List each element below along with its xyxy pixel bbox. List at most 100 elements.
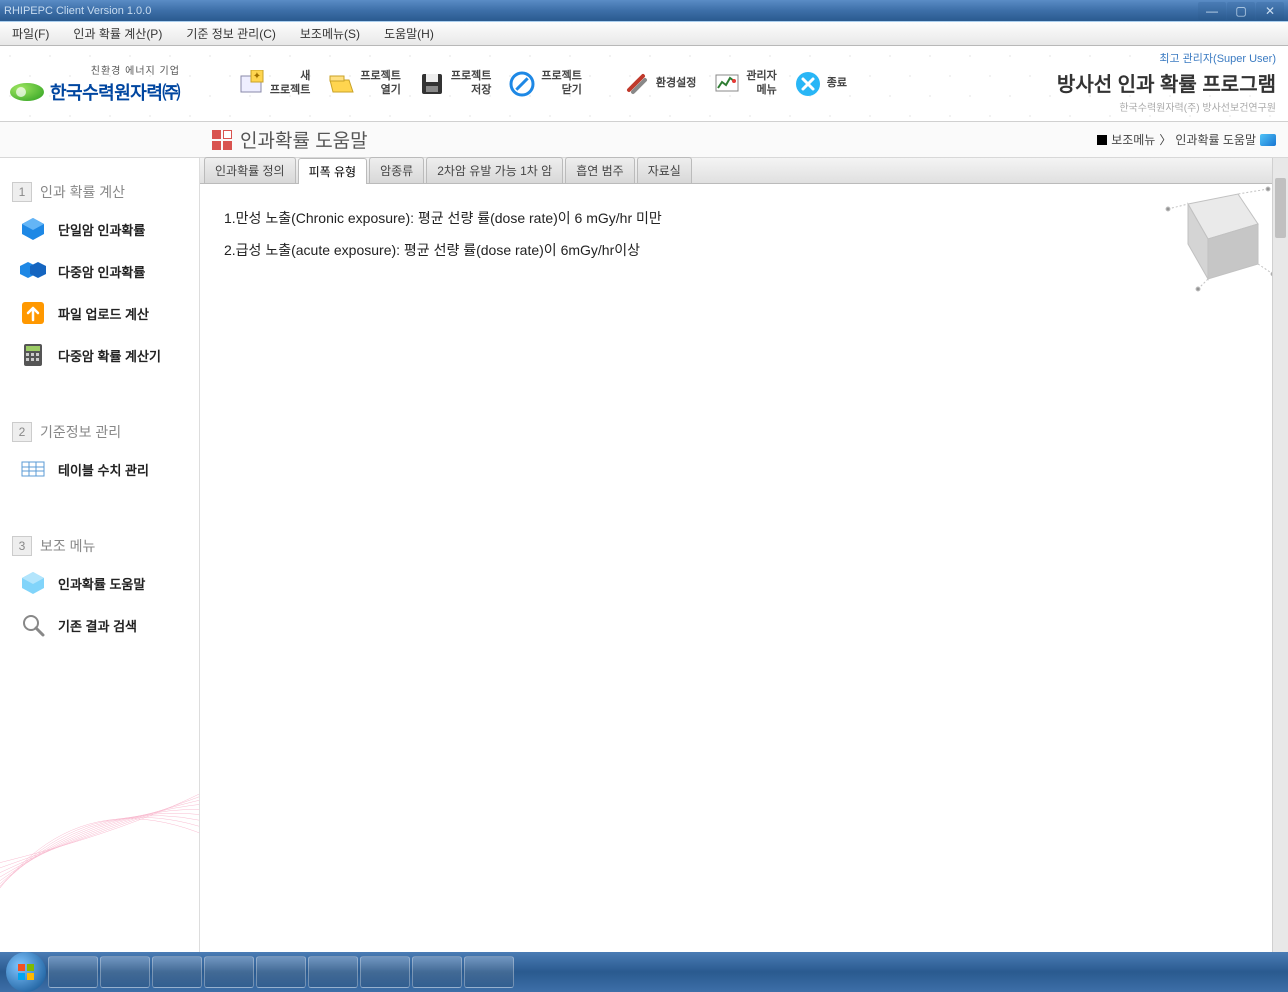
- menu-aux[interactable]: 보조메뉴(S): [296, 23, 364, 44]
- taskbar-item[interactable]: [152, 956, 202, 988]
- new-project-icon: ✦: [236, 69, 266, 99]
- toolbar-label: 프로젝트닫기: [541, 70, 581, 96]
- maximize-button[interactable]: ▢: [1227, 2, 1255, 20]
- window-controls: — ▢ ✕: [1197, 2, 1284, 20]
- tab-smoking[interactable]: 흡연 범주: [565, 157, 635, 183]
- taskbar-item[interactable]: [360, 956, 410, 988]
- tab-exposure-type[interactable]: 피폭 유형: [298, 158, 368, 184]
- menu-calc[interactable]: 인과 확률 계산(P): [69, 23, 166, 44]
- sidebar-section-title: 보조 메뉴: [40, 536, 95, 556]
- logo-company: 한국수력원자력㈜: [50, 79, 180, 105]
- taskbar-item[interactable]: [204, 956, 254, 988]
- taskbar-item[interactable]: [412, 956, 462, 988]
- sidebar-item-single-cancer[interactable]: 단일암 인과확률: [0, 208, 199, 250]
- sidebar-item-multi-cancer[interactable]: 다중암 인과확률: [0, 250, 199, 292]
- toolbar-open-project[interactable]: 프로젝트열기: [320, 65, 406, 103]
- sidebar-section-2-header: 2 기준정보 관리: [0, 416, 199, 448]
- sidebar-item-label: 다중암 인과확률: [58, 262, 145, 281]
- menu-help[interactable]: 도움말(H): [380, 23, 438, 44]
- sidebar-item-label: 테이블 수치 관리: [58, 460, 149, 479]
- sidebar-item-table-mgmt[interactable]: 테이블 수치 관리: [0, 448, 199, 490]
- logo-icon: [10, 83, 44, 101]
- sidebar-decoration: [0, 652, 200, 952]
- program-subtitle: 한국수력원자력(주) 방사선보건연구원: [1057, 99, 1276, 114]
- content: 인과확률 정의 피폭 유형 암종류 2차암 유발 가능 1차 암 흡연 범주 자…: [200, 158, 1288, 952]
- sidebar-item-search-results[interactable]: 기존 결과 검색: [0, 604, 199, 646]
- tab-cancer-types[interactable]: 암종류: [369, 157, 424, 183]
- sidebar-item-label: 다중암 확률 계산기: [58, 346, 161, 365]
- sidebar-item-label: 단일암 인과확률: [58, 220, 145, 239]
- upload-orange-icon: [20, 300, 46, 326]
- taskbar-item[interactable]: [48, 956, 98, 988]
- taskbar-item[interactable]: [464, 956, 514, 988]
- toolbar-close-project[interactable]: 프로젝트닫기: [501, 65, 587, 103]
- menu-file[interactable]: 파일(F): [8, 23, 53, 44]
- window-title: RHIPEPC Client Version 1.0.0: [4, 5, 151, 17]
- breadcrumb-parent[interactable]: 보조메뉴: [1111, 131, 1155, 148]
- content-line-2: 2.급성 노출(acute exposure): 평균 선량 률(dose ra…: [224, 236, 1264, 264]
- toolbar-admin-menu[interactable]: 관리자메뉴: [706, 65, 782, 103]
- toolbar-exit[interactable]: 종료: [787, 65, 853, 103]
- menu-info[interactable]: 기준 정보 관리(C): [182, 23, 280, 44]
- tabs: 인과확률 정의 피폭 유형 암종류 2차암 유발 가능 1차 암 흡연 범주 자…: [200, 158, 1288, 184]
- toolbar-save-project[interactable]: 프로젝트저장: [411, 65, 497, 103]
- window-titlebar: RHIPEPC Client Version 1.0.0 — ▢ ✕: [0, 0, 1288, 22]
- start-button[interactable]: [6, 952, 46, 992]
- open-project-icon: [326, 69, 356, 99]
- taskbar-item[interactable]: [256, 956, 306, 988]
- tab-definition[interactable]: 인과확률 정의: [204, 157, 296, 183]
- breadcrumb-square-icon: [1097, 135, 1107, 145]
- logo-block: 친환경 에너지 기업 한국수력원자력㈜: [10, 62, 180, 105]
- settings-icon: [622, 69, 652, 99]
- toolbar-label: 프로젝트열기: [360, 70, 400, 96]
- program-title: 방사선 인과 확률 프로그램: [1057, 68, 1276, 97]
- logo-tagline: 친환경 에너지 기업: [10, 62, 180, 77]
- minimize-button[interactable]: —: [1198, 2, 1226, 20]
- save-project-icon: [417, 69, 447, 99]
- tab-secondary-cancer[interactable]: 2차암 유발 가능 1차 암: [426, 157, 563, 183]
- sidebar-item-file-upload[interactable]: 파일 업로드 계산: [0, 292, 199, 334]
- sidebar-item-calculator[interactable]: 다중암 확률 계산기: [0, 334, 199, 376]
- taskbar-item[interactable]: [100, 956, 150, 988]
- close-button[interactable]: ✕: [1256, 2, 1284, 20]
- exit-icon: [793, 69, 823, 99]
- page-title-icon: [212, 130, 232, 150]
- scrollbar-thumb[interactable]: [1275, 178, 1286, 238]
- windows-logo-icon: [15, 961, 37, 983]
- calculator-icon: [20, 342, 46, 368]
- page-title: 인과확률 도움말: [240, 126, 368, 153]
- toolbar-label: 프로젝트저장: [451, 70, 491, 96]
- sidebar-section-num: 2: [12, 422, 32, 442]
- header: 친환경 에너지 기업 한국수력원자력㈜ ✦ 새프로젝트 프로젝트열기 프로젝트저…: [0, 46, 1288, 122]
- sidebar-item-label: 파일 업로드 계산: [58, 304, 149, 323]
- toolbar-label: 종료: [827, 77, 847, 90]
- toolbar: ✦ 새프로젝트 프로젝트열기 프로젝트저장 프로젝트닫기 환경설정 관리자메뉴 …: [230, 65, 853, 103]
- menubar: 파일(F) 인과 확률 계산(P) 기준 정보 관리(C) 보조메뉴(S) 도움…: [0, 22, 1288, 46]
- cube-light-icon: [20, 570, 46, 596]
- page-title-row: 인과확률 도움말 보조메뉴 〉 인과확률 도움말: [0, 122, 1288, 158]
- vertical-scrollbar[interactable]: [1272, 158, 1288, 952]
- breadcrumb: 보조메뉴 〉 인과확률 도움말: [1097, 131, 1276, 148]
- svg-text:✦: ✦: [253, 71, 261, 82]
- toolbar-new-project[interactable]: ✦ 새프로젝트: [230, 65, 316, 103]
- admin-menu-icon: [712, 69, 742, 99]
- taskbar-item[interactable]: [308, 956, 358, 988]
- sidebar-item-help[interactable]: 인과확률 도움말: [0, 562, 199, 604]
- sidebar-item-label: 인과확률 도움말: [58, 574, 145, 593]
- header-right: 최고 관리자(Super User) 방사선 인과 확률 프로그램 한국수력원자…: [1057, 50, 1276, 114]
- toolbar-label: 환경설정: [656, 77, 696, 90]
- tab-reference[interactable]: 자료실: [637, 157, 692, 183]
- sidebar: 1 인과 확률 계산 단일암 인과확률 다중암 인과확률 파일 업로드 계산 다…: [0, 158, 200, 952]
- cube-decoration-icon: [1138, 184, 1278, 294]
- search-icon: [20, 612, 46, 638]
- content-line-1: 1.만성 노출(Chronic exposure): 평균 선량 률(dose …: [224, 204, 1264, 232]
- toolbar-settings[interactable]: 환경설정: [616, 65, 702, 103]
- sidebar-section-3-header: 3 보조 메뉴: [0, 530, 199, 562]
- taskbar: [0, 952, 1288, 992]
- current-user: 최고 관리자(Super User): [1057, 50, 1276, 66]
- cube-blue-icon: [20, 216, 46, 242]
- main: 1 인과 확률 계산 단일암 인과확률 다중암 인과확률 파일 업로드 계산 다…: [0, 158, 1288, 952]
- sidebar-section-title: 인과 확률 계산: [40, 182, 125, 202]
- cubes-blue-icon: [20, 258, 46, 284]
- sidebar-section-title: 기준정보 관리: [40, 422, 121, 442]
